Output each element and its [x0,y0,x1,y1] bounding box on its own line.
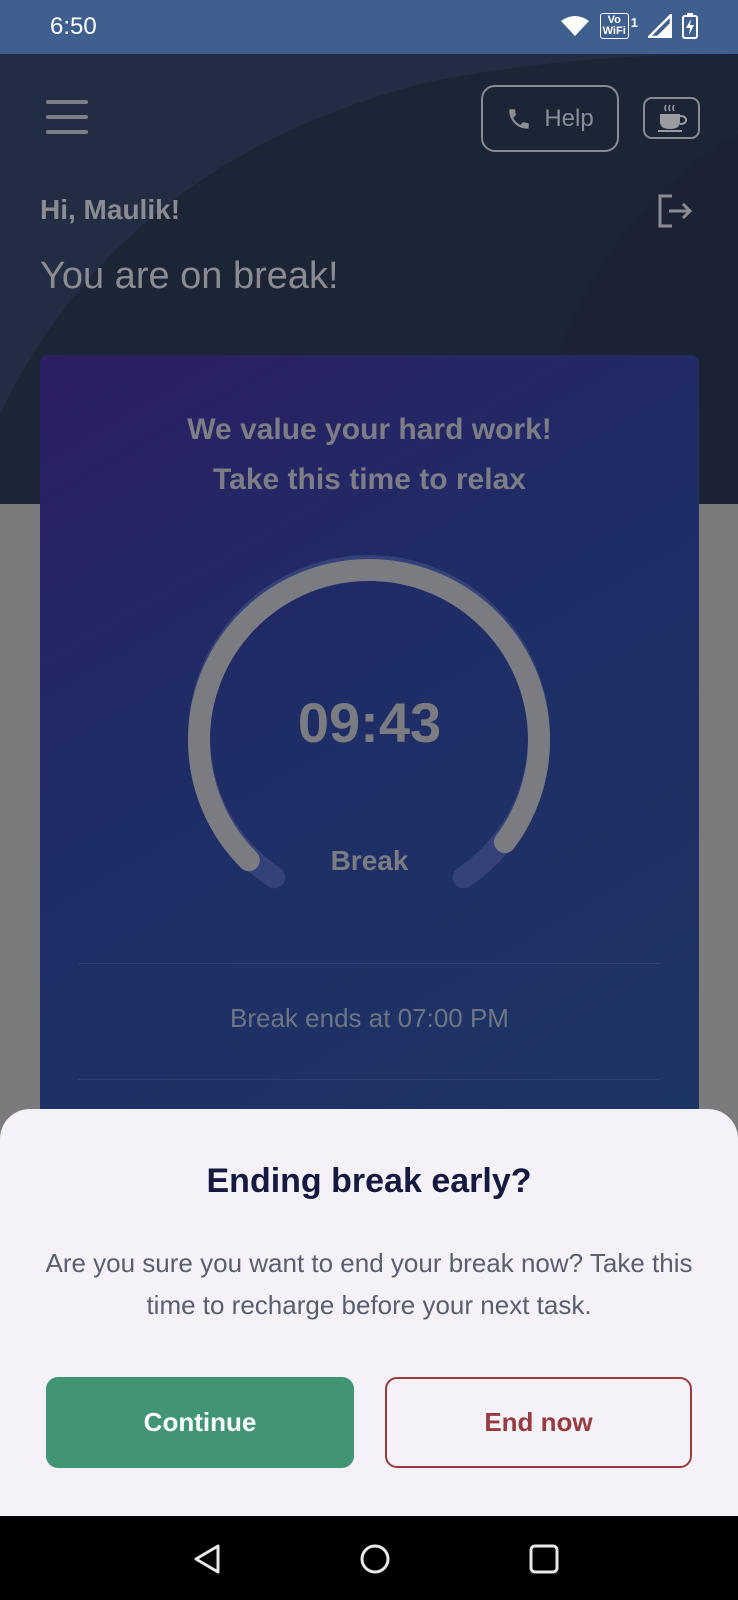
wifi-icon [560,16,589,36]
card-message: We value your hard work! Take this time … [40,405,699,505]
card-message-line-2: Take this time to relax [213,463,526,496]
back-icon[interactable] [190,1542,224,1576]
logout-icon[interactable] [656,192,694,230]
break-ends-text: Break ends at 07:00 PM [230,1003,509,1033]
card-message-line-1: We value your hard work! [187,413,552,446]
break-card: We value your hard work! Take this time … [40,355,699,1115]
coffee-cup-icon [657,104,687,132]
divider [78,1079,661,1080]
signal-icon [648,14,672,38]
status-icons: Vo WiFi 1 [560,13,698,39]
end-now-button[interactable]: End now [385,1377,692,1468]
timer-value: 09:43 [297,691,442,754]
phone-icon [509,108,530,129]
sim-slot-label: 1 [630,14,638,30]
dialog-title: Ending break early? [206,1162,532,1200]
help-button[interactable]: Help [481,85,619,152]
hamburger-menu-icon[interactable] [46,100,88,134]
help-label: Help [544,104,594,132]
dialog-body: Are you sure you want to end your break … [45,1248,693,1320]
vowifi-icon: Vo WiFi [599,13,629,39]
battery-charging-icon [682,13,698,39]
recents-icon[interactable] [527,1542,561,1576]
status-bar: 6:50 Vo WiFi 1 [0,0,738,54]
status-time: 6:50 [50,13,97,40]
continue-button[interactable]: Continue [46,1377,354,1468]
system-nav-bar [0,1516,738,1600]
timer-label: Break [330,845,409,876]
divider [78,963,661,964]
end-break-dialog: Ending break early? Are you sure you wan… [0,1109,738,1516]
break-status-button[interactable] [643,97,700,139]
greeting-text: Hi, Maulik! [40,194,181,225]
break-status-title: You are on break! [40,255,339,297]
home-icon[interactable] [358,1542,392,1576]
